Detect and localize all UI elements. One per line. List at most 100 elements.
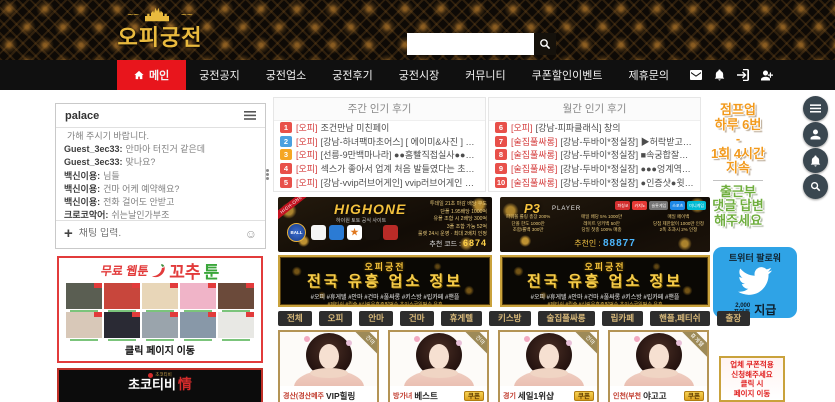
category-ribbon: 건마: [573, 332, 597, 357]
webtoon-thumbnail: [66, 312, 102, 338]
tab-fullsalon[interactable]: 술집풀싸롱: [538, 311, 595, 326]
attach-plus-icon[interactable]: +: [64, 227, 73, 241]
webtoon-ad-banner[interactable]: 무료 웹툰 꼬추 툰 클릭 페이지 이동: [57, 256, 263, 363]
category-tag: [오피]: [296, 162, 318, 175]
chocotv-hanja: 情: [178, 377, 192, 393]
nav-reviews[interactable]: 궁전후기: [319, 60, 385, 90]
review-list-item[interactable]: 10 [술집풀싸롱] [강남-두바이*정실장] ●인증샷●윗치기작렬♥69자: [489, 175, 700, 189]
banner-cta: 클릭 페이지 이동: [59, 342, 261, 357]
site-logo[interactable]: ~~ ~~ 오피궁전: [108, 3, 212, 53]
tab-anma[interactable]: 안마: [359, 311, 393, 326]
adduser-icon[interactable]: [761, 70, 773, 81]
search-input[interactable]: [407, 33, 534, 55]
shop-card-image: 건마: [500, 332, 597, 386]
nav-community[interactable]: 커뮤니티: [452, 60, 518, 90]
palace-info-banner[interactable]: 오피궁전 전국 유흥 업소 정보 #오피 #휴게텔 #안마 #건마 #풀싸롱 #…: [278, 255, 492, 307]
p3-logo-word: PLAYER: [552, 206, 581, 212]
coupon-badge: 쿠폰: [684, 391, 704, 401]
search-icon: [539, 38, 551, 50]
search-button[interactable]: [534, 33, 556, 55]
shop-card-image: 건마: [390, 332, 487, 386]
category-tag: [술집풀싸롱]: [511, 148, 557, 161]
page: ~~ ~~ 오피궁전 메인 궁전공지 궁전업소: [0, 0, 835, 402]
twitter-follow-banner[interactable]: 트위터 팔로워 2,000포인트 지급: [713, 247, 797, 318]
webtoon-thumbnail: [180, 283, 216, 309]
chat-message-list[interactable]: 가해 주시기 바랍니다. Guest_3ec33:안마아 터진거 같은데 Gue…: [56, 128, 265, 220]
game-chip: 카지노: [632, 201, 647, 210]
search-fab[interactable]: [803, 174, 828, 199]
emoji-icon[interactable]: ☺: [245, 227, 257, 241]
chat-message: 백신이용:전화 걸어도 안받고: [64, 196, 257, 209]
p3-ad-banner[interactable]: P3 PLAYER 파칭코 카지노 슬롯게임 스포츠 미니게임 파워볼 롤링 총…: [500, 197, 710, 252]
tab-handple[interactable]: 핸플,페티쉬: [650, 311, 709, 326]
menu-icon: [810, 104, 821, 113]
shop-card[interactable]: 휴게텔 인천(부천 야고고 쿠폰: [608, 330, 709, 402]
bell-fab[interactable]: [803, 148, 828, 173]
tab-chuljang[interactable]: 출장: [717, 311, 751, 326]
review-list-item[interactable]: 4 [오피] 섹스가 좋아서 업계 처음 발들였다는 초이 22살 솔직 간략 …: [274, 162, 485, 176]
coupon-badge: 쿠폰: [464, 391, 484, 401]
tab-gunma[interactable]: 건마: [400, 311, 434, 326]
review-list-item[interactable]: 7 [술집풀싸롱] [강남-두바이*정실장] ▶허락받고 찍사찍음 ㅋㅋ 빨통: [489, 135, 700, 149]
chocotv-ad-banner[interactable]: 초코티비 초코티비情: [57, 368, 263, 402]
flourish-right: ~~: [181, 9, 193, 23]
review-title: 조건만남 미친페이: [321, 121, 390, 134]
tab-kissbang[interactable]: 키스방: [489, 311, 530, 326]
nav-label: 궁전시장: [399, 67, 439, 83]
webtoon-thumbnail: [218, 312, 254, 338]
signin-icon[interactable]: [737, 69, 749, 81]
search-icon: [810, 181, 821, 192]
game-chip: 파칭코: [615, 201, 630, 210]
divider: [713, 180, 763, 181]
hamburger-icon[interactable]: [244, 111, 256, 120]
user-fab[interactable]: [803, 122, 828, 147]
review-list-item[interactable]: 3 [오피] [선릉-9만백마나라] ●●홈빨직접실사●●초이스 성공률100: [274, 148, 485, 162]
review-list-item[interactable]: 8 [술집풀싸롱] [강남-두바이*정실장] ■속궁합잘맞는댓■ 자지빠 2: [489, 148, 700, 162]
bell-icon[interactable]: [714, 69, 725, 81]
shop-region: 인천(부천: [613, 391, 641, 401]
nav-notice[interactable]: 궁전공지: [186, 60, 252, 90]
review-list-item[interactable]: 6 [오피] [강남-피파클래식] 창의: [489, 121, 700, 135]
mail-icon[interactable]: [690, 70, 702, 80]
shop-card-image: 건마: [280, 332, 377, 386]
nav-label: 쿠폰할인이벤트: [532, 67, 603, 83]
promo-line: 1회 4시간: [705, 147, 771, 162]
webtoon-thumbnail: [104, 312, 140, 338]
review-list-item[interactable]: 9 [술집풀싸롱] [강남-두바이*정실장] ●●●엉계역시 좋아요-조임: [489, 162, 700, 176]
nav-main[interactable]: 메인: [117, 60, 186, 90]
review-list-item[interactable]: 5 [오피] [강남-vvip러브어게인] vvip러브어게인 제니를 닮은듯한…: [274, 175, 485, 189]
nav-market[interactable]: 궁전시장: [386, 60, 452, 90]
chat-resize-handle[interactable]: [266, 168, 270, 181]
game-icon-row: ★: [311, 225, 398, 240]
shop-card[interactable]: 건마 경산(경산메주 VIP힐링: [278, 330, 379, 402]
shop-card-label: 경산(경산메주 VIP힐링: [280, 388, 377, 402]
nav-partnership[interactable]: 제휴문의: [616, 60, 682, 90]
nav-shops[interactable]: 궁전업소: [253, 60, 319, 90]
game-icon: [311, 225, 326, 240]
highone-ad-banner[interactable]: HIGH-ONE HIGHONE 하이원 토토 공식 사이트 BALL ★ 투데…: [278, 197, 492, 252]
menu-fab[interactable]: [803, 96, 828, 121]
game-icon: [329, 225, 344, 240]
coupon-line: 페이지 이동: [721, 389, 783, 399]
category-tag: [오피]: [296, 121, 318, 134]
shop-card[interactable]: 건마 방가녀 베스트 쿠폰: [388, 330, 489, 402]
review-list-item[interactable]: 2 [오피] [강남-하녀팩마초어스] [ 에이미&사진 ] 달해보세요 .. …: [274, 135, 485, 149]
category-tag: [술집풀싸롱]: [511, 162, 557, 175]
rank-badge: 2: [280, 136, 292, 147]
nav-label: 궁전업소: [266, 67, 306, 83]
coupon-apply-banner[interactable]: 업체 쿠폰적용 신청해주세요 클릭 시 페이지 이동: [719, 356, 785, 402]
shop-card[interactable]: 건마 경기 세일1위샵 쿠폰: [498, 330, 599, 402]
tab-hyugetel[interactable]: 휴게텔: [441, 311, 482, 326]
review-list-item[interactable]: 1 [오피] 조건만남 미친페이: [274, 121, 485, 135]
chat-message: 백신이용:건마 어케 예약해요?: [64, 183, 257, 196]
banner-tags: #오피 #휴게텔 #안마 #건마 #풀싸롱 #키스방 #립카페 #핸플: [280, 292, 490, 301]
nav-coupon-event[interactable]: 쿠폰할인이벤트: [519, 60, 616, 90]
tab-opi[interactable]: 오피: [319, 311, 353, 326]
logo-text: 오피궁전: [108, 23, 212, 53]
palace-info-banner[interactable]: 오피궁전 전국 유흥 업소 정보 #오피 #휴게텔 #안마 #건마 #풀싸롱 #…: [500, 255, 710, 307]
tab-all[interactable]: 전체: [278, 311, 312, 326]
banner-tags: #오피 #휴게텔 #안마 #건마 #풀싸롱 #키스방 #립카페 #핸플: [502, 292, 708, 301]
chat-input[interactable]: [79, 228, 239, 239]
tab-lipcafe[interactable]: 립카페: [602, 311, 643, 326]
webtoon-thumbnail: [142, 283, 178, 309]
